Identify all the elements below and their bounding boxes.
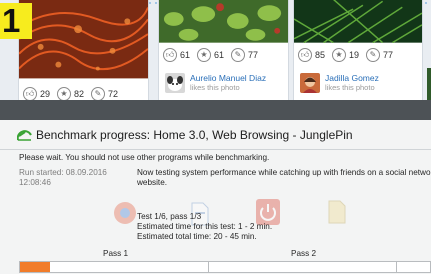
pass-divider [396,262,397,272]
photo-stats: 👍︎ 61 ★ 61 ✎ 77 [159,44,288,66]
liker-note: likes this photo [190,82,240,92]
pass-1-label: Pass 1 [103,249,129,258]
liker-info: Jadilla Gomez likes this photo [300,73,379,93]
thumbs-up-icon[interactable]: 👍︎ [23,87,37,100]
comment-icon[interactable]: ✎ [91,87,106,100]
comment-count: 77 [383,50,394,60]
benchmark-icon [17,130,32,141]
test-status: Test 1/6, pass 1/3 Estimated time for th… [137,212,272,241]
page-title: Benchmark progress: Home 3.0, Web Browsi… [36,127,353,142]
avatar[interactable] [300,73,320,93]
photo-gallery: 👍︎ 29 ★ 82 ✎ 72 👍︎ 61 ★ 61 ✎ 77 Aurelio … [0,0,431,100]
pass-2-label: Pass 2 [291,249,317,258]
run-started-label: Run started: 08.09.2016 [19,168,107,177]
thumbs-up-icon[interactable]: 👍︎ [163,48,177,62]
pass-labels: Pass 1 Pass 2 [19,248,431,260]
step-number: 1 [2,2,21,39]
coral-photo[interactable] [19,0,148,79]
star-icon[interactable]: ★ [332,48,347,62]
comment-icon[interactable]: ✎ [366,48,381,62]
browser-icon [114,202,136,224]
partial-photo [427,68,431,100]
palm-leaves-photo[interactable] [294,0,422,43]
progress-bar [19,261,431,273]
warning-text: Please wait. You should not use other pr… [19,153,270,162]
comment-count: 72 [108,89,119,99]
avatar[interactable] [165,73,185,93]
test-description-continued: website. [137,178,168,187]
star-icon[interactable]: ★ [197,48,212,62]
liker-info: Aurelio Manuel Diaz likes this photo [165,73,266,93]
window-header-bar [0,100,431,120]
photo-card[interactable]: 👍︎ 61 ★ 61 ✎ 77 Aurelio Manuel Diaz likes t… [158,0,289,100]
star-count: 82 [74,89,85,99]
photo-card[interactable]: 👍︎ 29 ★ 82 ✎ 72 [18,0,149,100]
test-pass-indicator: Test 1/6, pass 1/3 [137,212,202,221]
run-started-time: 12:08:46 [19,178,51,187]
progress-bar-fill [20,262,50,272]
succulent-photo[interactable] [159,0,288,43]
photo-stats: 👍︎ 85 ★ 19 ✎ 77 [294,44,422,66]
like-count: 85 [315,50,326,60]
step-number-badge: 1 [0,3,32,39]
file-icon [328,200,346,224]
estimated-total-time: Estimated total time: 20 - 45 min. [137,231,257,241]
like-count: 29 [40,89,51,99]
benchmark-progress-panel: Benchmark progress: Home 3.0, Web Browsi… [0,120,431,274]
like-count: 61 [180,50,191,60]
thumbs-up-icon[interactable]: 👍︎ [298,48,312,62]
test-description: Now testing system performance while cat… [137,168,431,177]
star-count: 61 [214,50,225,60]
divider [0,149,431,150]
star-count: 19 [349,50,360,60]
comment-icon[interactable]: ✎ [231,48,246,62]
liker-note: likes this photo [325,82,375,92]
photo-stats: 👍︎ 29 ★ 82 ✎ 72 [19,83,148,100]
pass-divider [208,262,209,272]
title-row: Benchmark progress: Home 3.0, Web Browsi… [0,120,431,149]
estimated-test-time: Estimated time for this test: 1 - 2 min. [137,221,273,231]
star-icon[interactable]: ★ [57,87,72,100]
photo-card[interactable]: 👍︎ 85 ★ 19 ✎ 77 Jadilla Gomez likes this ph… [293,0,423,100]
comment-count: 77 [248,50,259,60]
